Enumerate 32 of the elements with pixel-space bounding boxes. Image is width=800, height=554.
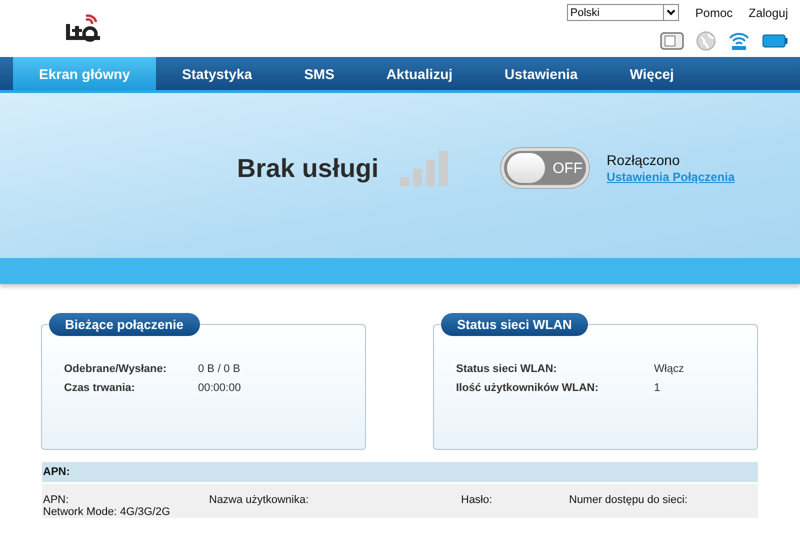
wifi-icon (728, 31, 750, 51)
apn-field-label: Hasło: (461, 494, 494, 506)
globe-icon (696, 31, 716, 51)
nav-tab[interactable]: Statystyka (156, 57, 278, 90)
language-select[interactable]: Polski (567, 4, 680, 21)
info-label: Czas trwania: (64, 382, 136, 394)
card-title: Bieżące połączenie (49, 313, 200, 336)
info-label: Odebrane/Wysłane: (64, 363, 168, 375)
apn-field-label: Numer dostępu do sieci: (569, 494, 688, 506)
caret-icon (663, 5, 678, 20)
info-label: Status sieci WLAN: (456, 363, 558, 375)
network-status: Brak usługi (237, 152, 379, 184)
nav-tab[interactable]: Ustawienia (478, 57, 604, 90)
info-value: 1 (654, 382, 660, 394)
info-value: 00:00:00 (198, 382, 241, 394)
connection-status: Rozłączono (606, 152, 681, 168)
signal-strength-icon (398, 150, 451, 186)
info-value: Włącz (654, 363, 684, 375)
apn-field-label: Nazwa użytkownika: (209, 494, 310, 506)
apn-header: APN: (42, 462, 758, 482)
header-link[interactable]: Pomoc (695, 6, 733, 20)
apn-field-label: APN: (43, 494, 70, 506)
nav-tab[interactable]: Aktualizuj (360, 57, 479, 90)
network-mode: Network Mode: 4G/3G/2G (43, 506, 172, 518)
connection-toggle[interactable]: OFF (500, 148, 589, 188)
info-value: 0 B / 0 B (198, 363, 240, 375)
nav-tab[interactable]: SMS (278, 57, 360, 90)
nav-tab[interactable]: Więcej (604, 57, 700, 90)
card-title: Status sieci WLAN (441, 313, 588, 336)
header-link[interactable]: Zaloguj (748, 6, 788, 20)
battery-icon (762, 34, 788, 48)
info-label: Ilość użytkowników WLAN: (456, 382, 600, 394)
